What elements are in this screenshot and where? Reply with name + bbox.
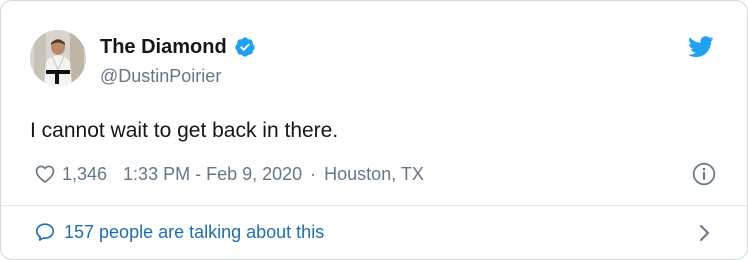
conversation-link[interactable]: 157 people are talking about this — [34, 219, 324, 245]
twitter-bird-icon[interactable] — [688, 36, 714, 58]
timestamp[interactable]: 1:33 PM - Feb 9, 2020 — [123, 164, 302, 185]
conversation-text[interactable]: 157 people are talking about this — [64, 222, 324, 243]
speech-bubble-icon — [35, 223, 55, 241]
user-handle[interactable]: @DustinPoirier — [100, 64, 221, 88]
meta-separator: · — [310, 163, 317, 184]
divider — [1, 205, 747, 206]
avatar-photo — [30, 30, 86, 86]
user-name-row[interactable]: The Diamond — [100, 35, 256, 59]
location[interactable]: Houston, TX — [324, 164, 424, 185]
display-name[interactable]: The Diamond — [100, 35, 227, 59]
tweet-text: I cannot wait to get back in there. — [30, 119, 339, 142]
avatar[interactable] — [30, 30, 86, 86]
heart-icon[interactable] — [34, 163, 56, 185]
tweet-card[interactable]: The Diamond @DustinPoirier I cannot wait… — [0, 0, 748, 260]
like-count[interactable]: 1,346 — [62, 164, 107, 185]
verified-badge-icon — [235, 37, 255, 57]
info-icon[interactable] — [691, 161, 717, 187]
tweet-meta: 1,346 1:33 PM - Feb 9, 2020 · Houston, T… — [34, 161, 424, 187]
chevron-right-icon[interactable] — [695, 221, 715, 245]
